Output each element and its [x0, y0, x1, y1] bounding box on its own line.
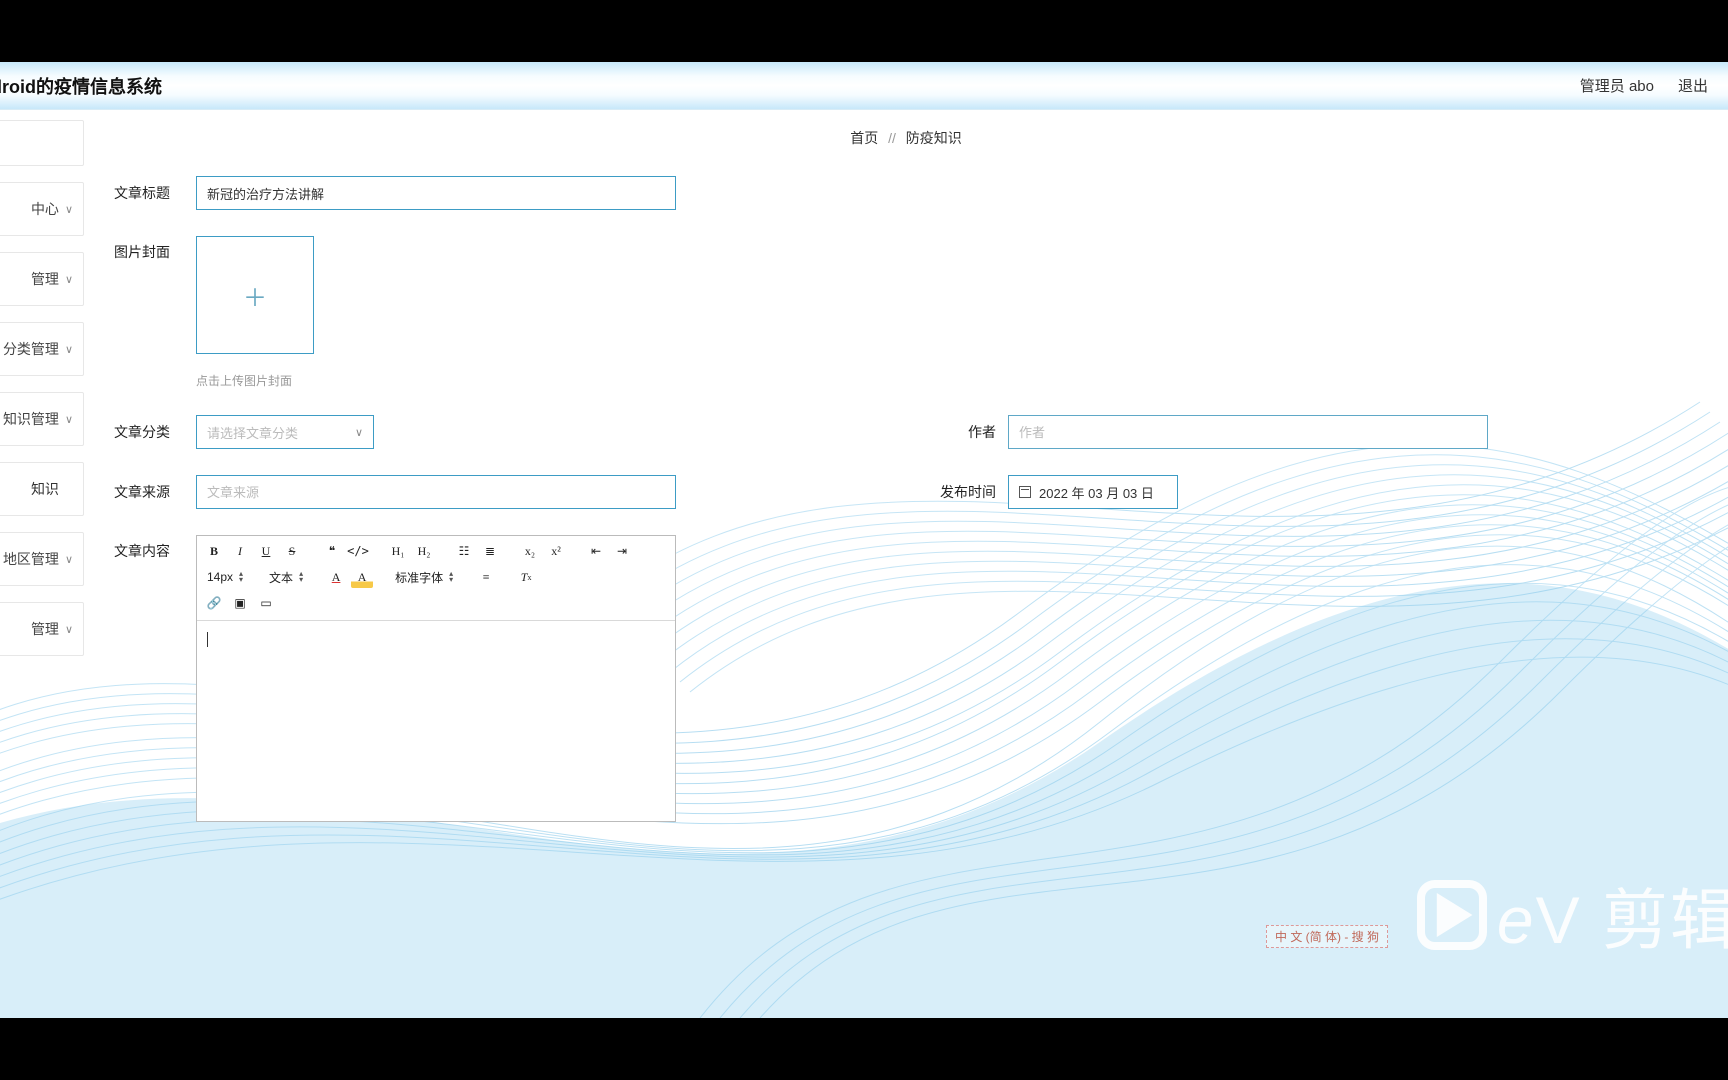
cover-hint: 点击上传图片封面 — [196, 372, 314, 389]
quote-icon[interactable]: ❝ — [321, 540, 343, 562]
label-cover: 图片封面 — [114, 236, 184, 262]
source-input[interactable] — [196, 475, 676, 509]
admin-user-label[interactable]: 管理员 abo — [1580, 75, 1654, 96]
sidebar-item-0[interactable]: ∨ — [0, 120, 84, 166]
publish-date-picker[interactable]: 2022 年 03 月 03 日 — [1008, 475, 1178, 509]
ol-icon[interactable]: ☷ — [453, 540, 475, 562]
category-select[interactable]: 请选择文章分类 ∨ — [196, 415, 374, 449]
text-type-select[interactable]: 文本 ▴▾ — [265, 566, 307, 588]
outdent-icon[interactable]: ⇤ — [585, 540, 607, 562]
breadcrumb: 首页 // 防疫知识 — [114, 128, 1698, 148]
sidebar: ∨ 中心∨ 管理∨ 分类管理∨ 知识管理∨ 知识∨ 地区管理∨ 管理∨ — [0, 110, 84, 1018]
rich-text-editor: B I U S ❝ </> H₁ H₂ ☷ ≣ — [196, 535, 676, 822]
calendar-icon — [1019, 486, 1031, 498]
subscript-icon[interactable]: x₂ — [519, 540, 541, 562]
sidebar-item-7[interactable]: 管理∨ — [0, 602, 84, 656]
align-icon[interactable]: ≡ — [475, 566, 497, 588]
ul-icon[interactable]: ≣ — [479, 540, 501, 562]
sidebar-item-6[interactable]: 地区管理∨ — [0, 532, 84, 586]
sidebar-item-2[interactable]: 管理∨ — [0, 252, 84, 306]
font-color-icon[interactable]: A — [325, 566, 347, 588]
publish-date-value: 2022 年 03 月 03 日 — [1039, 483, 1154, 502]
sidebar-item-5[interactable]: 知识∨ — [0, 462, 84, 516]
header-bar: ndroid的疫情信息系统 管理员 abo 退出 — [0, 62, 1728, 110]
link-icon[interactable]: 🔗 — [203, 592, 225, 614]
font-family-select[interactable]: 标准字体 ▴▾ — [391, 566, 457, 588]
logout-link[interactable]: 退出 — [1678, 75, 1708, 96]
cover-upload[interactable]: ＋ — [196, 236, 314, 354]
sidebar-item-4[interactable]: 知识管理∨ — [0, 392, 84, 446]
ime-indicator: 中 文 (简 体) - 搜 狗 — [1266, 925, 1388, 948]
label-publish: 发布时间 — [936, 482, 996, 502]
underline-icon[interactable]: U — [255, 540, 277, 562]
image-icon[interactable]: ▣ — [229, 592, 251, 614]
label-source: 文章来源 — [114, 482, 184, 502]
author-input[interactable] — [1008, 415, 1488, 449]
breadcrumb-current: 防疫知识 — [906, 130, 962, 146]
editor-toolbar: B I U S ❝ </> H₁ H₂ ☷ ≣ — [197, 536, 675, 621]
sidebar-item-3[interactable]: 分类管理∨ — [0, 322, 84, 376]
clear-format-icon[interactable]: Tx — [515, 566, 537, 588]
label-content: 文章内容 — [114, 535, 184, 561]
plus-icon: ＋ — [243, 278, 267, 313]
italic-icon[interactable]: I — [229, 540, 251, 562]
font-size-select[interactable]: 14px ▴▾ — [203, 566, 247, 588]
h2-icon[interactable]: H₂ — [413, 540, 435, 562]
bg-color-icon[interactable]: A — [351, 566, 373, 588]
strike-icon[interactable]: S — [281, 540, 303, 562]
superscript-icon[interactable]: x² — [545, 540, 567, 562]
editor-content[interactable] — [197, 621, 675, 821]
breadcrumb-sep: // — [888, 130, 896, 146]
indent-icon[interactable]: ⇥ — [611, 540, 633, 562]
title-input[interactable] — [196, 176, 676, 210]
sidebar-item-1[interactable]: 中心∨ — [0, 182, 84, 236]
app-title: ndroid的疫情信息系统 — [0, 73, 162, 99]
label-category: 文章分类 — [114, 422, 184, 442]
label-author: 作者 — [936, 422, 996, 442]
category-placeholder: 请选择文章分类 — [207, 423, 298, 442]
video-icon[interactable]: ▭ — [255, 592, 277, 614]
label-title: 文章标题 — [114, 183, 184, 203]
h1-icon[interactable]: H₁ — [387, 540, 409, 562]
watermark: eV 剪辑 — [1417, 867, 1728, 963]
bold-icon[interactable]: B — [203, 540, 225, 562]
chevron-down-icon: ∨ — [355, 426, 363, 439]
play-icon — [1425, 886, 1479, 944]
breadcrumb-home[interactable]: 首页 — [850, 130, 878, 146]
code-icon[interactable]: </> — [347, 540, 369, 562]
